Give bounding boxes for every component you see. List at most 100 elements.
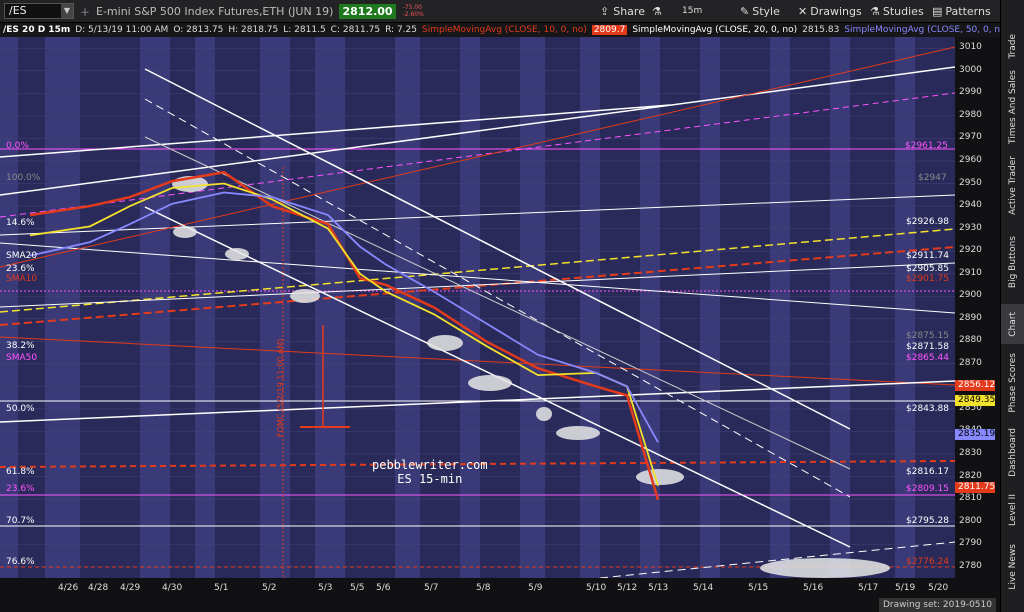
price-tick-label: 2790 (959, 538, 982, 549)
drawings-label: Drawings (810, 4, 862, 18)
studies-button[interactable]: ⚗ Studies (870, 0, 924, 22)
study-header: /ES 20 D 15m D: 5/13/19 11:00 AM O: 2813… (0, 23, 1000, 37)
time-tick-label: 5/12 (617, 583, 638, 593)
sma50-label: SimpleMovingAvg (CLOSE, 50, 0, no) (844, 25, 1000, 35)
session-band (830, 37, 850, 578)
sma10-badge: 2856.12 (955, 380, 995, 391)
sma20-value: 2815.83 (802, 25, 840, 35)
price-level-label: $2816.17 (906, 467, 949, 477)
time-tick-label: 5/10 (586, 583, 607, 593)
price-level-label: $2901.75 (906, 274, 949, 284)
side-tab-live-news[interactable]: Live News (1001, 538, 1024, 596)
price-tick-label: 2910 (959, 267, 982, 278)
session-band (895, 37, 915, 578)
price-tick-label: 2980 (959, 109, 982, 120)
price-chart[interactable]: 0.0% 100.0% 14.6% SMA20 23.6% SMA10 38.2… (0, 37, 955, 578)
sma50-badge: 2835.19 (955, 429, 995, 440)
fib-label: 100.0% (6, 173, 41, 183)
period-label: 15m (682, 6, 703, 16)
fib-label: 50.0% (6, 404, 35, 414)
side-tab-label: Phase Scores (1008, 353, 1018, 413)
side-tab-chart[interactable]: Chart (1001, 304, 1024, 344)
price-tick-label: 2920 (959, 245, 982, 256)
sma50-tag: SMA50 (6, 353, 38, 363)
bar-date: D: 5/13/19 11:00 AM (75, 25, 169, 35)
side-tab-label: Dashboard (1008, 427, 1018, 477)
price-level-label: $2776.24 (906, 557, 949, 567)
patterns-button[interactable]: ▤ Patterns (932, 0, 991, 22)
chevron-down-icon[interactable]: ▼ (61, 4, 73, 18)
chart-canvas (0, 37, 955, 578)
side-tab-label: Active Trader (1008, 156, 1018, 216)
price-axis[interactable]: 3010 3000 2990 2980 2970 2960 2950 2940 2930 2920… (955, 37, 1000, 612)
time-tick-label: 4/29 (120, 583, 141, 593)
period-button[interactable]: 15m (682, 0, 702, 22)
price-tick-label: 2940 (959, 200, 982, 211)
time-tick-label: 5/15 (748, 583, 769, 593)
time-tick-label: 5/8 (476, 583, 491, 593)
style-button[interactable]: ✎ Style (740, 0, 780, 22)
studies-icon: ⚗ (870, 4, 880, 18)
fib-label: 61.8% (6, 467, 35, 477)
price-tick-label: 2900 (959, 290, 982, 301)
price-tick-label: 2930 (959, 222, 982, 233)
watermark-sub: ES 15-min (397, 472, 463, 486)
side-tab-trade[interactable]: Trade (1001, 30, 1024, 62)
price-tick-label: 2880 (959, 335, 982, 346)
share-button[interactable]: ⇪ Share (600, 0, 645, 22)
drawings-icon: ✕ (798, 4, 808, 18)
price-tick-label: 2960 (959, 154, 982, 165)
studies-label: Studies (882, 4, 924, 18)
bar-low: L: 2811.5 (283, 25, 326, 35)
time-tick-label: 5/9 (528, 583, 543, 593)
fomc-label: FOMC (5/2/19 11:00 AM) (276, 338, 285, 437)
share-icon: ⇪ (600, 4, 610, 18)
flask-icon[interactable]: ⚗ (652, 0, 662, 22)
side-tab-phase-scores[interactable]: Phase Scores (1001, 350, 1024, 416)
price-level-label: $2871.58 (906, 342, 949, 352)
time-tick-label: 5/19 (895, 583, 916, 593)
session-band (0, 37, 18, 578)
fib-label: 23.6% (6, 484, 35, 494)
session-band (520, 37, 545, 578)
sma20-tag: SMA20 (6, 251, 38, 261)
time-tick-label: 5/3 (318, 583, 333, 593)
session-band (260, 37, 290, 578)
sma10-tag: SMA10 (6, 274, 38, 284)
price-level-label: $2926.98 (906, 217, 949, 227)
side-tab-dashboard[interactable]: Dashboard (1001, 422, 1024, 482)
session-band (700, 37, 720, 578)
symbol-input[interactable]: /ES ▼ (4, 3, 74, 19)
time-axis[interactable]: 4/26 4/28 4/29 4/30 5/1 5/2 5/3 5/5 5/6 5/7 5/8 5/9… (0, 578, 955, 598)
chart-id: /ES 20 D 15m (3, 25, 71, 35)
side-tab-label: Live News (1008, 544, 1018, 590)
price-tick-label: 2970 (959, 132, 982, 143)
price-tick-label: 2780 (959, 560, 982, 571)
side-panel: Trade Times And Sales Active Trader Big But… (1000, 0, 1024, 612)
side-tab-times-and-sales[interactable]: Times And Sales (1001, 68, 1024, 146)
session-band (140, 37, 170, 578)
time-tick-label: 4/30 (162, 583, 183, 593)
side-tab-level-ii[interactable]: Level II (1001, 488, 1024, 532)
price-level-label: $2809.15 (906, 484, 949, 494)
style-icon: ✎ (740, 4, 750, 18)
watermark: pebblewriter.com ES 15-min (372, 458, 488, 486)
change-percent: -2.60% (402, 11, 424, 18)
drawing-set-label[interactable]: Drawing set: 2019-0510 (879, 598, 996, 612)
time-tick-label: 5/14 (693, 583, 714, 593)
price-level-label: $2843.88 (906, 404, 949, 414)
side-tab-active-trader[interactable]: Active Trader (1001, 152, 1024, 220)
fib-label: 76.6% (6, 557, 35, 567)
bar-close: C: 2811.75 (330, 25, 381, 35)
side-tab-big-buttons[interactable]: Big Buttons (1001, 226, 1024, 298)
time-tick-label: 5/1 (214, 583, 229, 593)
status-bar (0, 598, 1000, 612)
drawings-button[interactable]: ✕ Drawings (798, 0, 862, 22)
price-tick-label: 2990 (959, 87, 982, 98)
session-band (395, 37, 420, 578)
time-tick-label: 4/28 (88, 583, 109, 593)
last-price-badge: 2811.75 (955, 482, 995, 493)
session-band (770, 37, 790, 578)
sma10-label: SimpleMovingAvg (CLOSE, 10, 0, no) (422, 25, 587, 35)
plus-icon[interactable]: ＋ (80, 4, 90, 19)
